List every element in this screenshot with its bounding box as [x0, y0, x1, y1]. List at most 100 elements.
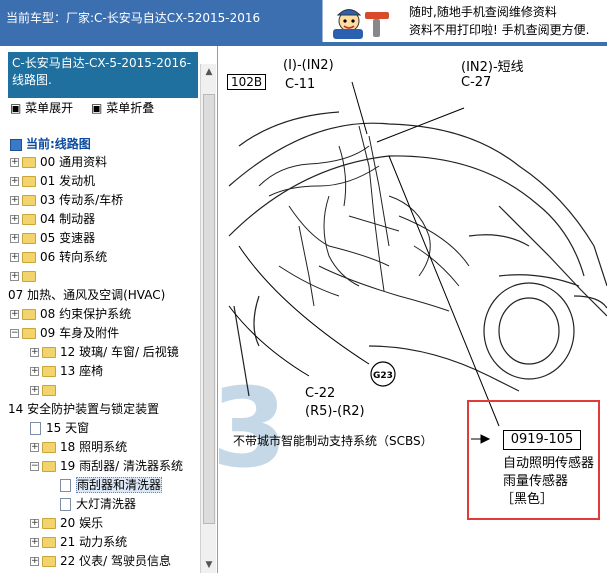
menu-toggle-row: ▣ 菜单展开 ▣ 菜单折叠 — [10, 99, 168, 117]
scroll-up-icon[interactable]: ▲ — [201, 64, 217, 80]
label-c22: C-22 — [305, 386, 336, 401]
tree-current-node[interactable]: 当前:线路图 — [10, 135, 91, 153]
tree-item-label: 01 发动机 — [40, 174, 96, 188]
folder-icon — [42, 537, 56, 548]
navigation-panel: C-长安马自达-CX-5-2015-2016- 线路图. ▣ 菜单展开 ▣ 菜单… — [0, 46, 218, 573]
tree-item-label: 00 通用资料 — [40, 155, 108, 169]
tree-item-headlamp-washer[interactable]: 大灯清洗器 — [60, 495, 136, 513]
expand-icon[interactable]: + — [10, 310, 19, 319]
menu-expand-button[interactable]: ▣ 菜单展开 — [10, 101, 73, 115]
tree-item-01[interactable]: +01 发动机 — [10, 172, 95, 190]
tree-item-empty-2[interactable]: + — [30, 381, 60, 399]
tree-item-12[interactable]: +12 玻璃/ 车窗/ 后视镜 — [30, 343, 179, 361]
expand-icon[interactable]: + — [30, 557, 39, 566]
tree-item-22[interactable]: +22 仪表/ 驾驶员信息 — [30, 552, 171, 570]
collapse-icon[interactable]: − — [10, 329, 19, 338]
vehicle-label: 当前车型：厂家:C-长安马自达CX-52015-2016 — [6, 11, 261, 25]
folder-icon — [42, 366, 56, 377]
current-label: 当前:线路图 — [26, 137, 91, 151]
scroll-down-icon[interactable]: ▼ — [201, 557, 217, 573]
vehicle-outline — [228, 111, 607, 397]
folder-icon — [22, 233, 36, 244]
menu-expand-label: 菜单展开 — [25, 101, 74, 115]
tree-item-label: 大灯清洗器 — [76, 497, 137, 511]
expand-icon[interactable]: + — [30, 367, 39, 376]
label-in2-short: (IN2)-短线 — [461, 60, 524, 75]
tree-item-empty-1[interactable]: + — [10, 267, 40, 285]
ad-line-1: 随时,随地手机查阅维修资料 — [409, 5, 557, 19]
tree-item-06[interactable]: +06 转向系统 — [10, 248, 107, 266]
expand-icon[interactable]: + — [10, 196, 19, 205]
expand-icon[interactable]: + — [10, 215, 19, 224]
tree-item-label: 雨刮器和清洗器 — [76, 477, 163, 493]
label-r5-r2: (R5)-(R2) — [305, 404, 365, 419]
tree-item-label: 20 娱乐 — [60, 516, 104, 530]
g23-label: G23 — [373, 371, 393, 381]
label-c27: C-27 — [461, 75, 492, 90]
folder-icon — [42, 556, 56, 567]
tree-item-label: 08 约束保护系统 — [40, 307, 132, 321]
computer-icon — [10, 138, 22, 151]
folder-icon — [22, 214, 36, 225]
tree-item-09[interactable]: − 09 车身及附件 — [10, 324, 119, 342]
folder-icon — [42, 385, 56, 396]
folder-icon — [22, 252, 36, 263]
label-in2-top: (I)-(IN2) — [283, 58, 334, 73]
expand-icon[interactable]: + — [30, 443, 39, 452]
tree-item-label: 15 天窗 — [46, 421, 90, 435]
folder-icon — [22, 195, 36, 206]
tree-item-21[interactable]: +21 动力系统 — [30, 533, 127, 551]
tree-item-19[interactable]: − 19 雨刮器/ 清洗器系统 — [30, 457, 183, 475]
tree-item-03[interactable]: +03 传动系/车桥 — [10, 191, 123, 209]
expand-icon[interactable]: + — [10, 253, 19, 262]
expand-icon[interactable]: + — [10, 272, 19, 281]
menu-icon: ▣ — [91, 101, 103, 115]
tree-item-20[interactable]: +20 娱乐 — [30, 514, 103, 532]
folder-icon — [22, 309, 36, 320]
tree-item-18[interactable]: +18 照明系统 — [30, 438, 127, 456]
document-icon — [60, 498, 71, 511]
tree-item-08[interactable]: +08 约束保护系统 — [10, 305, 131, 323]
wire-harness — [258, 125, 470, 312]
expand-icon[interactable]: + — [10, 158, 19, 167]
tree-item-14[interactable]: 14 安全防护装置与锁定装置 — [8, 400, 159, 418]
tree-item-13[interactable]: +13 座椅 — [30, 362, 103, 380]
expand-icon[interactable]: + — [10, 234, 19, 243]
tree-scrollbar[interactable]: ▲ ▼ — [200, 64, 216, 573]
reference-box: 102B — [227, 74, 267, 90]
expand-icon[interactable]: + — [30, 538, 39, 547]
scrollbar-thumb[interactable] — [203, 94, 215, 524]
folder-icon — [22, 157, 36, 168]
folder-icon — [22, 176, 36, 187]
ad-banner[interactable]: 随时,随地手机查阅维修资料 资料不用打印啦! 手机查阅更方便. — [322, 0, 607, 42]
wiring-diagram: 3 G23 102B (I)-(IN2) C-11 (IN2)-短线 C-27 … — [219, 46, 607, 573]
open-folder-icon — [42, 461, 56, 472]
expand-icon[interactable]: + — [30, 386, 39, 395]
open-folder-icon — [22, 328, 36, 339]
tree-item-label: 21 动力系统 — [60, 535, 128, 549]
sensor-label-color: ［黑色］ — [501, 492, 554, 507]
tree-item-label: 13 座椅 — [60, 364, 104, 378]
folder-icon — [42, 518, 56, 529]
sensor-label-rain: 雨量传感器 — [503, 474, 569, 489]
tree-item-00[interactable]: +00 通用资料 — [10, 153, 107, 171]
tree-item-label: 03 传动系/车桥 — [40, 193, 124, 207]
tree-item-label: 04 制动器 — [40, 212, 96, 226]
part-number-box: 0919-105 — [503, 430, 581, 450]
expand-icon[interactable]: + — [30, 348, 39, 357]
tree-item-label: 22 仪表/ 驾驶员信息 — [60, 554, 171, 568]
menu-collapse-button[interactable]: ▣ 菜单折叠 — [91, 101, 154, 115]
collapse-icon[interactable]: − — [30, 462, 39, 471]
document-title: C-长安马自达-CX-5-2015-2016- 线路图. — [8, 52, 198, 98]
label-scbs: 不带城市智能制动支持系统（SCBS） — [233, 434, 433, 448]
document-icon — [30, 422, 41, 435]
tree-item-05[interactable]: +05 变速器 — [10, 229, 95, 247]
document-icon — [60, 479, 71, 492]
expand-icon[interactable]: + — [30, 519, 39, 528]
tree-item-wiper-washer[interactable]: 雨刮器和清洗器 — [60, 476, 163, 494]
tree-item-07[interactable]: 07 加热、通风及空调(HVAC) — [8, 286, 165, 304]
expand-icon[interactable]: + — [10, 177, 19, 186]
mechanic-mascot-icon — [333, 9, 389, 39]
tree-item-04[interactable]: +04 制动器 — [10, 210, 95, 228]
tree-item-15[interactable]: 15 天窗 — [30, 419, 89, 437]
